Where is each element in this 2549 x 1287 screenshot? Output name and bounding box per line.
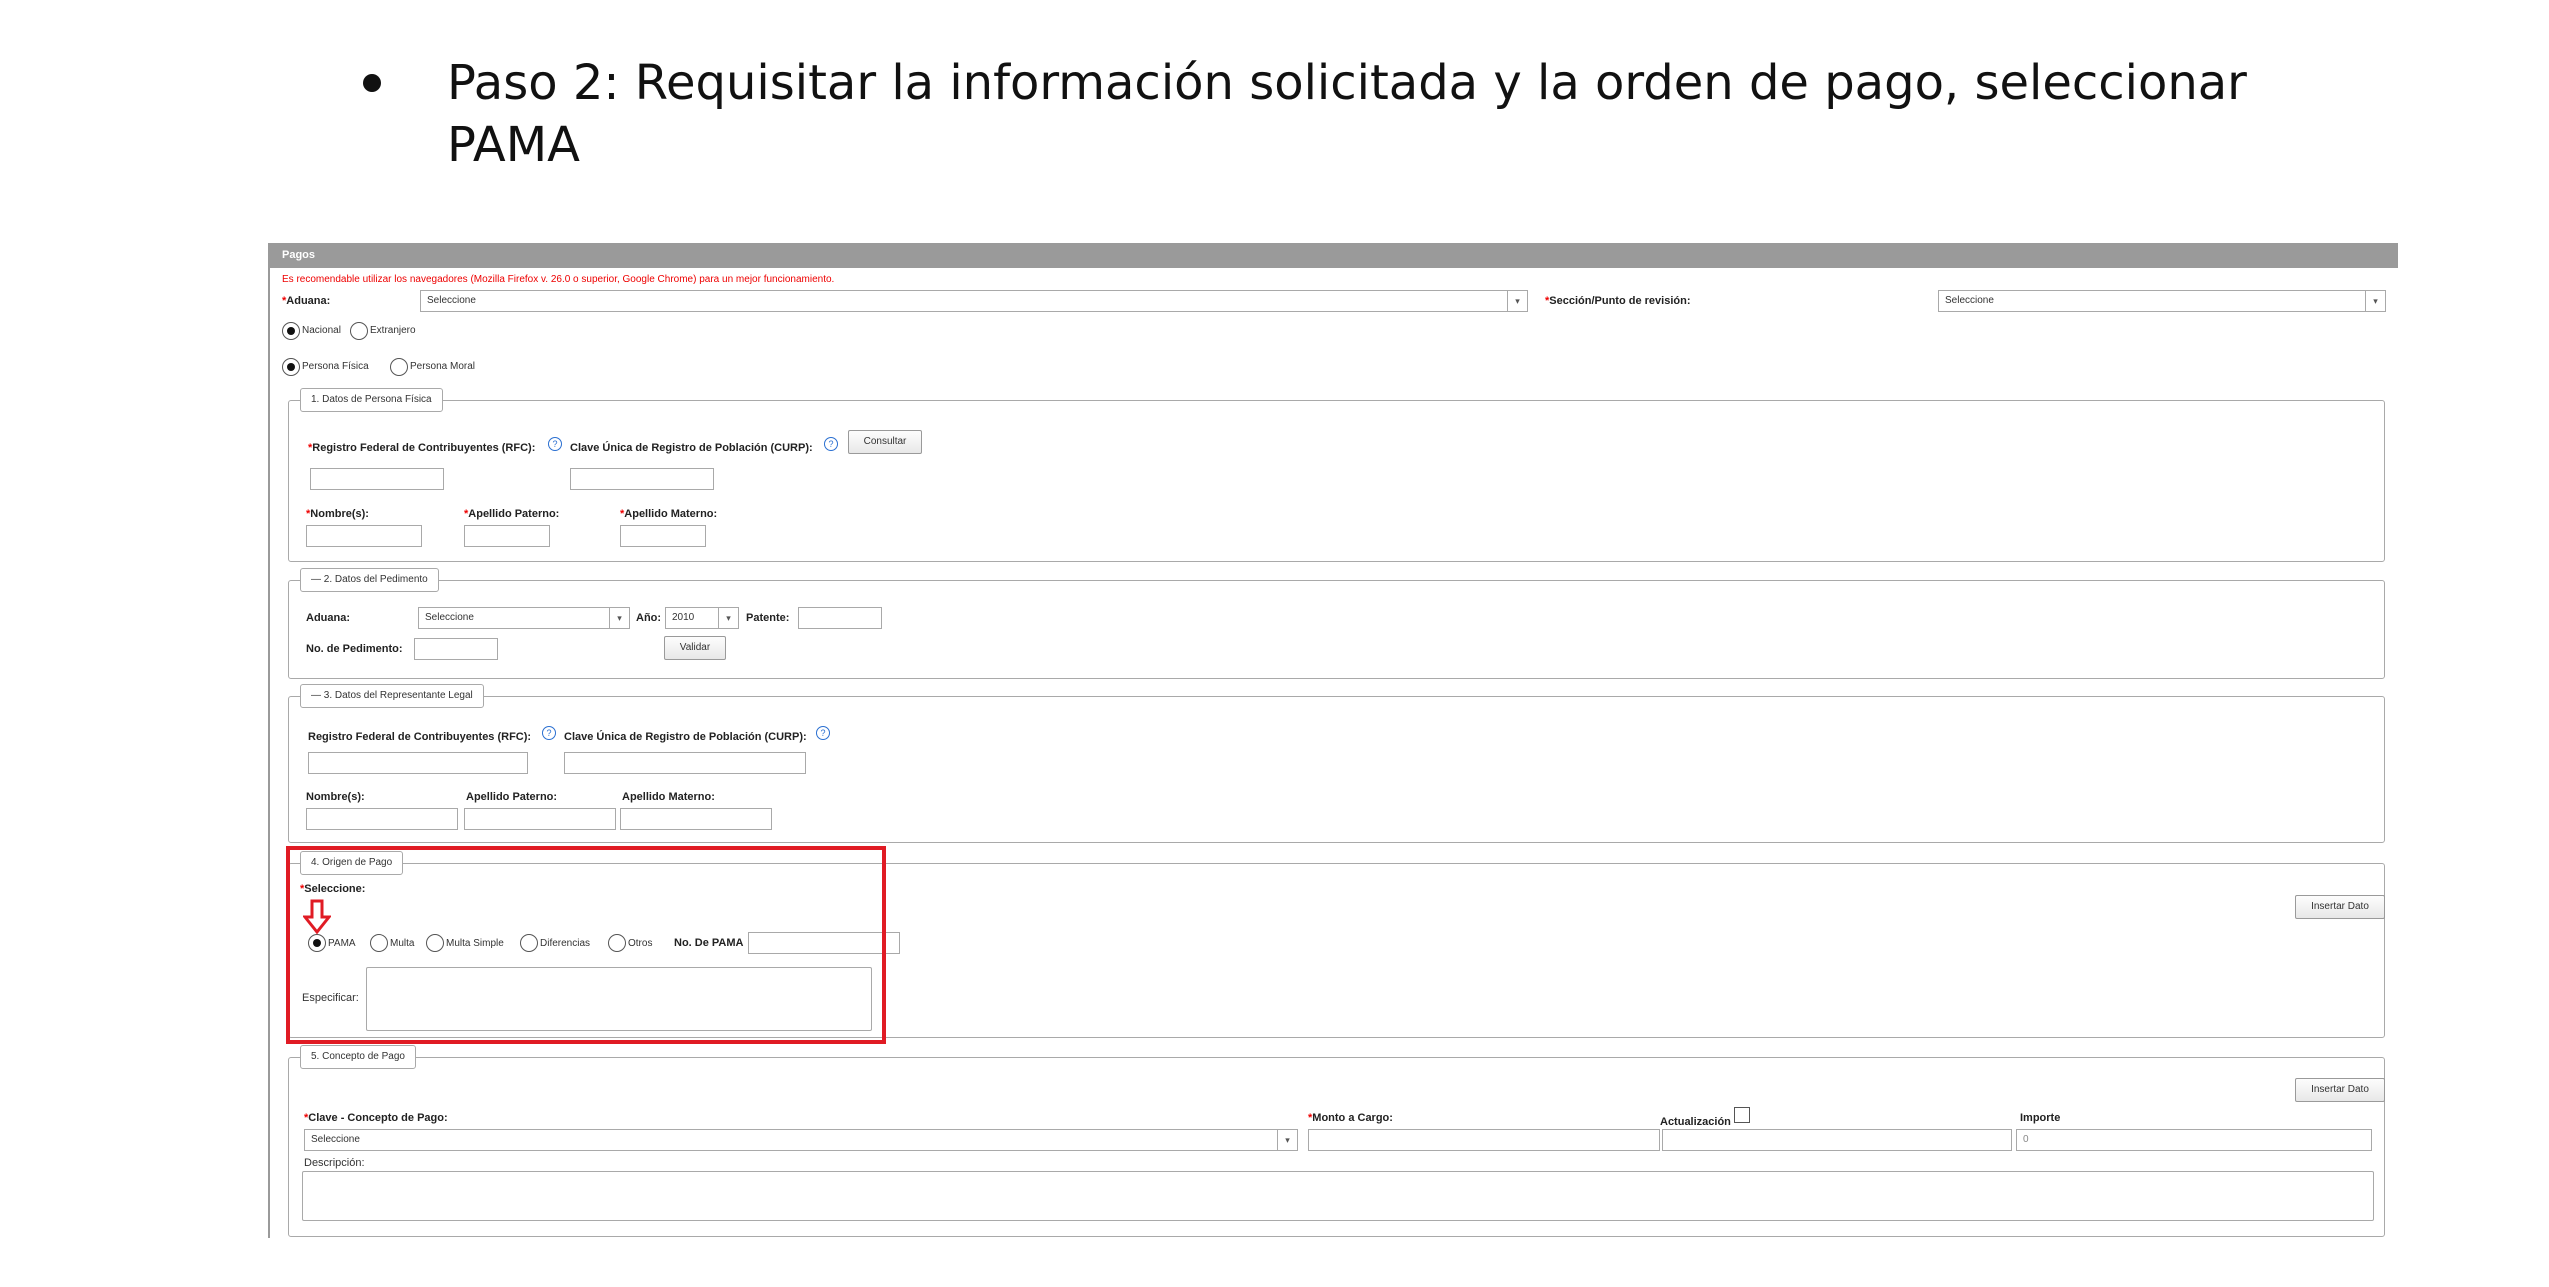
radio-nacional[interactable] bbox=[282, 322, 300, 340]
importe-input[interactable]: 0 bbox=[2016, 1129, 2372, 1151]
nombre-input[interactable] bbox=[306, 525, 422, 547]
panel-header: Pagos bbox=[270, 243, 2398, 268]
seccion-select-value: Seleccione bbox=[1945, 295, 1994, 306]
descripcion-label: Descripción: bbox=[304, 1157, 365, 1169]
rep-apellido-materno-label: Apellido Materno: bbox=[622, 791, 715, 803]
importe-value: 0 bbox=[2023, 1134, 2029, 1145]
rfc-label: *Registro Federal de Contribuyentes (RFC… bbox=[308, 442, 536, 454]
radio-extranjero-label: Extranjero bbox=[370, 325, 416, 336]
clave-select-value: Seleccione bbox=[311, 1134, 360, 1145]
insertar-dato-button[interactable]: Insertar Dato bbox=[2295, 895, 2385, 919]
curp-input[interactable] bbox=[570, 468, 714, 490]
rep-curp-label: Clave Única de Registro de Población (CU… bbox=[564, 731, 807, 743]
anio-label: Año: bbox=[636, 612, 662, 624]
help-icon[interactable]: ? bbox=[548, 437, 562, 451]
aduana-select-value: Seleccione bbox=[427, 295, 476, 306]
radio-persona-moral[interactable] bbox=[390, 358, 408, 376]
patente-label: Patente: bbox=[746, 612, 790, 624]
clave-label: *Clave - Concepto de Pago: bbox=[304, 1112, 448, 1124]
pedimento-aduana-label: Aduana: bbox=[306, 612, 350, 624]
rep-apellido-paterno-input[interactable] bbox=[464, 808, 616, 830]
aduana-label: *Aduana: bbox=[282, 295, 331, 307]
help-icon[interactable]: ? bbox=[542, 726, 556, 740]
radio-persona-fisica[interactable] bbox=[282, 358, 300, 376]
pedimento-label: No. de Pedimento: bbox=[306, 643, 403, 655]
bullet-dot bbox=[363, 74, 381, 92]
patente-input[interactable] bbox=[798, 607, 882, 629]
section3-legend[interactable]: — 3. Datos del Representante Legal bbox=[300, 684, 484, 708]
radio-persona-moral-label: Persona Moral bbox=[410, 361, 476, 372]
red-arrow-icon bbox=[303, 899, 331, 935]
section-pedimento bbox=[288, 580, 2385, 679]
curp-label: Clave Única de Registro de Población (CU… bbox=[570, 442, 813, 454]
seccion-select[interactable]: Seleccione ▾ bbox=[1938, 290, 2386, 312]
section2-legend[interactable]: — 2. Datos del Pedimento bbox=[300, 568, 439, 592]
highlight-box bbox=[286, 846, 886, 1044]
pedimento-input[interactable] bbox=[414, 638, 498, 660]
chevron-down-icon: ▾ bbox=[1507, 291, 1527, 311]
anio-value: 2010 bbox=[672, 612, 695, 623]
help-icon[interactable]: ? bbox=[816, 726, 830, 740]
rep-nombre-input[interactable] bbox=[306, 808, 458, 830]
chevron-down-icon: ▾ bbox=[718, 608, 738, 628]
rep-apellido-paterno-label: Apellido Paterno: bbox=[466, 791, 558, 803]
rep-nombre-label: Nombre(s): bbox=[306, 791, 365, 803]
anio-select[interactable]: 2010 ▾ bbox=[665, 607, 739, 629]
apellido-paterno-input[interactable] bbox=[464, 525, 550, 547]
apellido-paterno-label: *Apellido Paterno: bbox=[464, 508, 560, 520]
insertar-dato-button[interactable]: Insertar Dato bbox=[2295, 1078, 2385, 1102]
nombre-label: *Nombre(s): bbox=[306, 508, 369, 520]
rep-curp-input[interactable] bbox=[564, 752, 806, 774]
chevron-down-icon: ▾ bbox=[2365, 291, 2385, 311]
radio-persona-fisica-label: Persona Física bbox=[302, 361, 369, 372]
rep-rfc-label: Registro Federal de Contribuyentes (RFC)… bbox=[308, 731, 532, 743]
validar-button[interactable]: Validar bbox=[664, 636, 726, 660]
payment-form-screenshot: Pagos Es recomendable utilizar los naveg… bbox=[268, 243, 2398, 1238]
pedimento-aduana-select[interactable]: Seleccione ▾ bbox=[418, 607, 630, 629]
consultar-button[interactable]: Consultar bbox=[848, 430, 922, 454]
rep-rfc-input[interactable] bbox=[308, 752, 528, 774]
actualizacion-input[interactable] bbox=[1662, 1129, 2012, 1151]
chevron-down-icon: ▾ bbox=[609, 608, 629, 628]
actualizacion-label: Actualización bbox=[1660, 1116, 1731, 1128]
apellido-materno-label: *Apellido Materno: bbox=[620, 508, 718, 520]
monto-input[interactable] bbox=[1308, 1129, 1660, 1151]
apellido-materno-input[interactable] bbox=[620, 525, 706, 547]
browser-notice: Es recomendable utilizar los navegadores… bbox=[282, 274, 835, 285]
help-icon[interactable]: ? bbox=[824, 437, 838, 451]
section1-legend[interactable]: 1. Datos de Persona Física bbox=[300, 388, 443, 412]
actualizacion-checkbox[interactable] bbox=[1734, 1107, 1750, 1123]
step-text: Paso 2: Requisitar la información solici… bbox=[447, 55, 2247, 173]
chevron-down-icon: ▾ bbox=[1277, 1130, 1297, 1150]
rep-apellido-materno-input[interactable] bbox=[620, 808, 772, 830]
descripcion-textarea[interactable] bbox=[302, 1171, 2374, 1221]
aduana-select[interactable]: Seleccione ▾ bbox=[420, 290, 1528, 312]
radio-extranjero[interactable] bbox=[350, 322, 368, 340]
pedimento-aduana-value: Seleccione bbox=[425, 612, 474, 623]
seccion-label: *Sección/Punto de revisión: bbox=[1545, 295, 1691, 307]
clave-select[interactable]: Seleccione ▾ bbox=[304, 1129, 1298, 1151]
section5-legend[interactable]: 5. Concepto de Pago bbox=[300, 1045, 416, 1069]
radio-nacional-label: Nacional bbox=[302, 325, 341, 336]
rfc-input[interactable] bbox=[310, 468, 444, 490]
monto-label: *Monto a Cargo: bbox=[1308, 1112, 1393, 1124]
importe-label: Importe bbox=[2020, 1112, 2061, 1124]
